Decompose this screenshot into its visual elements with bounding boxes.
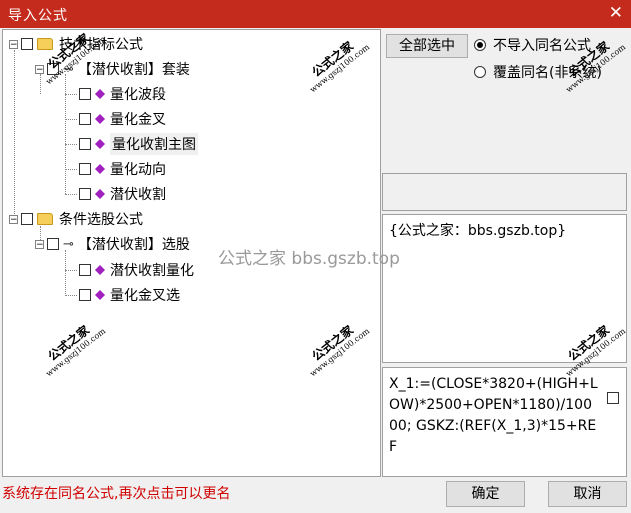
- formula-gem-icon: [95, 189, 105, 199]
- folder-icon: [37, 38, 53, 50]
- tree-node-formula[interactable]: 量化波段: [79, 83, 166, 105]
- close-icon[interactable]: ✕: [609, 3, 623, 23]
- tree-node-formula[interactable]: 量化收割主图: [79, 133, 198, 155]
- filter-field[interactable]: [382, 173, 627, 211]
- radio-skip-duplicates[interactable]: 不导入同名公式: [474, 35, 591, 55]
- node-checkbox[interactable]: [79, 188, 91, 200]
- formula-gem-icon: [95, 139, 105, 149]
- tree-connector: [65, 295, 77, 296]
- code-preview-text: X_1:=(CLOSE*3820+(HIGH+LOW)*2500+OPEN*11…: [389, 376, 598, 455]
- node-checkbox[interactable]: [79, 289, 91, 301]
- tree-node-folder[interactable]: − 条件选股公式: [9, 208, 143, 230]
- node-checkbox[interactable]: [21, 213, 33, 225]
- tree-node-formula[interactable]: 量化动向: [79, 158, 166, 180]
- tree-node-label: 量化波段: [110, 87, 166, 103]
- tree-node-label: 量化动向: [110, 162, 166, 178]
- radio-label: 不导入同名公式: [493, 38, 591, 54]
- tree-node-label: 【潜伏收割】选股: [77, 237, 190, 253]
- tree-node-label-selected: 量化收割主图: [110, 133, 198, 155]
- tree-node-formula[interactable]: 量化金叉选: [79, 284, 180, 306]
- tree-node-label: 条件选股公式: [59, 212, 143, 228]
- formula-gem-icon: [95, 290, 105, 300]
- tree-node-formula[interactable]: 潜伏收割量化: [79, 259, 194, 281]
- window-title: 导入公式: [8, 8, 68, 24]
- formula-gem-icon: [95, 89, 105, 99]
- node-checkbox[interactable]: [79, 113, 91, 125]
- tree-node-label: 量化金叉: [110, 112, 166, 128]
- ok-button[interactable]: 确定: [446, 481, 525, 507]
- formula-gem-icon: [95, 114, 105, 124]
- node-checkbox[interactable]: [79, 138, 91, 150]
- formula-gem-icon: [95, 164, 105, 174]
- preview-checkbox[interactable]: [607, 392, 619, 404]
- import-formula-dialog: 导入公式 ✕ − 技术指标公式 − ⊸ 【潜伏收割】套装 量化波段 量化金叉 量…: [0, 0, 631, 513]
- tree-node-formula[interactable]: 潜伏收割: [79, 183, 166, 205]
- folder-icon: [37, 213, 53, 225]
- tree-connector: [65, 169, 77, 170]
- tree-node-label: 量化金叉选: [110, 288, 180, 304]
- tree-node-label: 潜伏收割量化: [110, 263, 194, 279]
- tree-connector: [65, 119, 77, 120]
- tree-connector: [65, 194, 77, 195]
- tree-node-formula[interactable]: 量化金叉: [79, 108, 166, 130]
- select-all-button[interactable]: 全部选中: [386, 34, 468, 58]
- node-checkbox[interactable]: [47, 238, 59, 250]
- collapse-icon[interactable]: −: [35, 239, 44, 249]
- node-checkbox[interactable]: [21, 38, 33, 50]
- node-checkbox[interactable]: [79, 88, 91, 100]
- radio-indicator[interactable]: [474, 39, 486, 51]
- tree-connector: [65, 144, 77, 145]
- tree-connector: [14, 50, 15, 220]
- tree-connector: [65, 94, 77, 95]
- tree-node-label: 【潜伏收割】套装: [77, 62, 190, 78]
- tree-node-group[interactable]: − ⊸ 【潜伏收割】选股: [35, 233, 190, 255]
- node-checkbox[interactable]: [79, 163, 91, 175]
- formula-gem-icon: [95, 265, 105, 275]
- center-watermark: 公式之家 bbs.gszb.top: [218, 249, 400, 269]
- collapse-icon[interactable]: −: [9, 214, 18, 224]
- tree-connector: [65, 270, 77, 271]
- tree-node-label: 潜伏收割: [110, 187, 166, 203]
- cancel-button[interactable]: 取消: [548, 481, 627, 507]
- collapse-icon[interactable]: −: [9, 39, 18, 49]
- status-message: 系统存在同名公式,再次点击可以更名: [2, 486, 231, 502]
- title-bar: 导入公式 ✕: [0, 0, 631, 28]
- radio-indicator[interactable]: [474, 66, 486, 78]
- tree-connector: [65, 250, 66, 296]
- tree-connector: [65, 74, 66, 194]
- description-text: {公式之家：bbs.gszb.top}: [389, 223, 567, 239]
- key-icon: ⊸: [63, 236, 74, 252]
- node-checkbox[interactable]: [79, 264, 91, 276]
